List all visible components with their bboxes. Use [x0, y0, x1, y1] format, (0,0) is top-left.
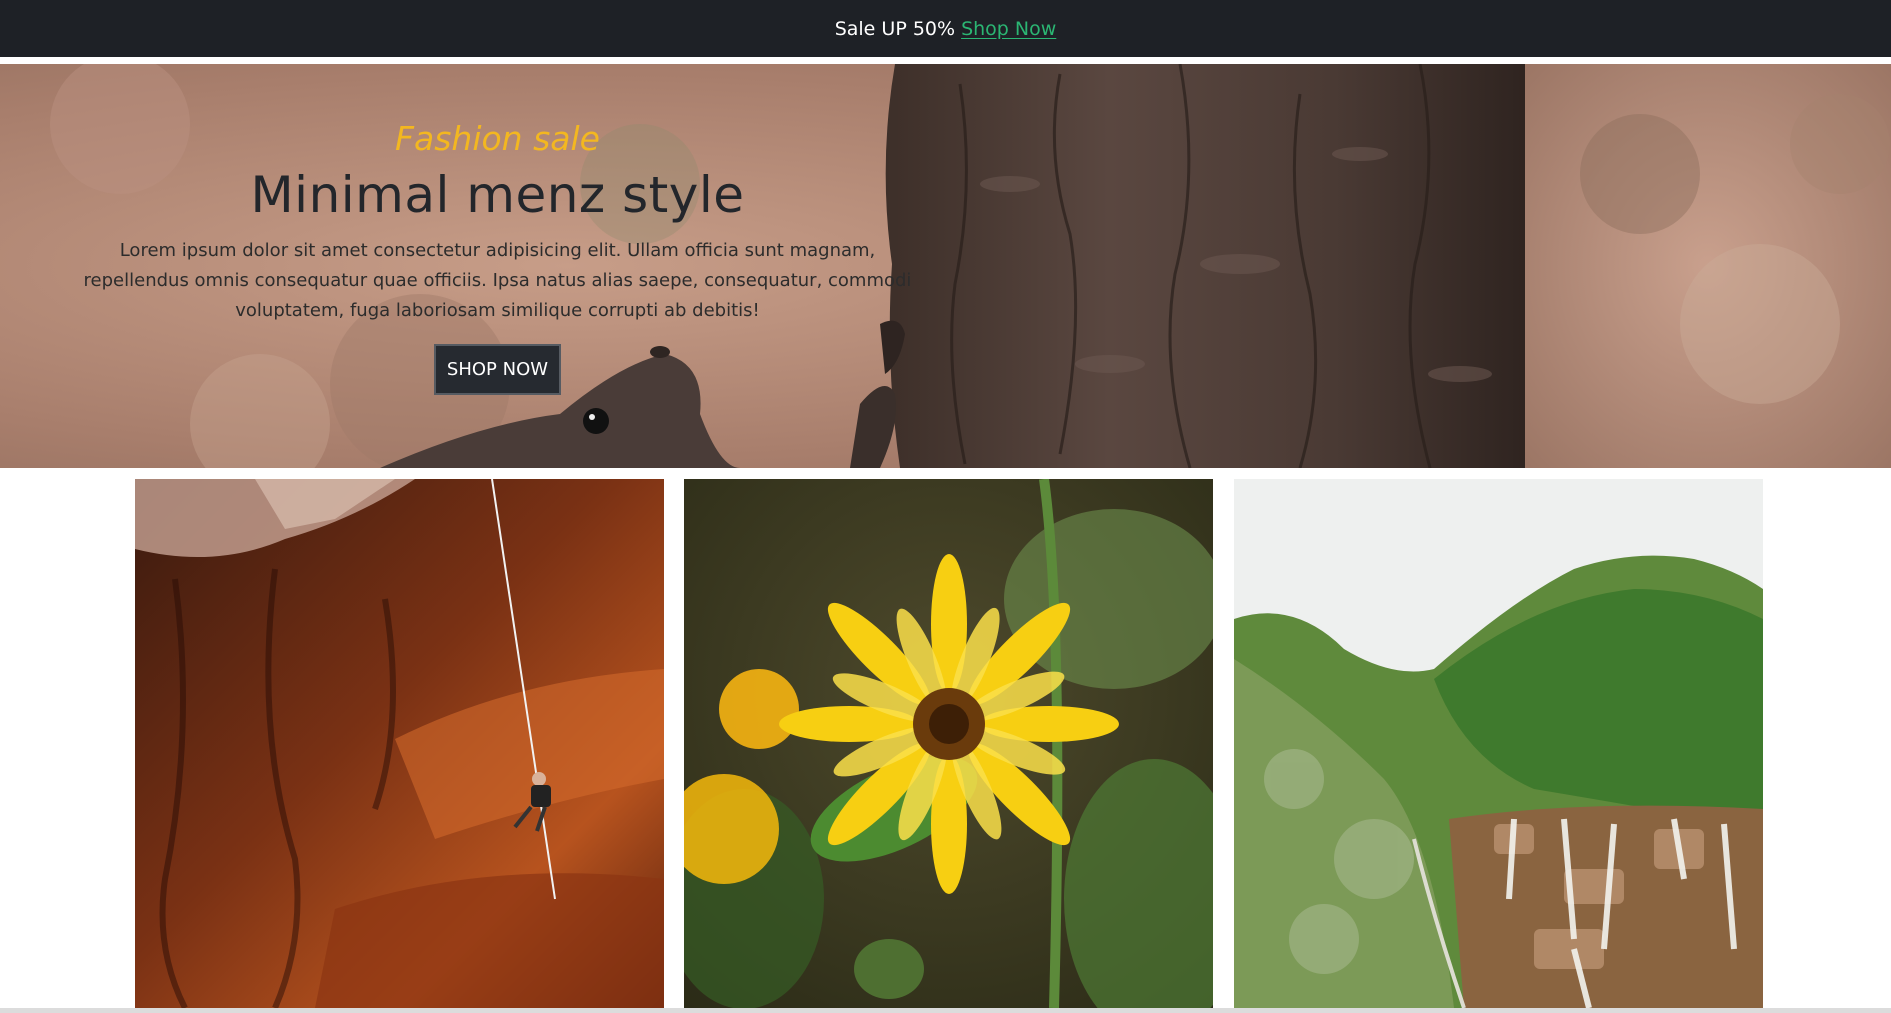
gallery-image-waterfall[interactable] [1234, 479, 1763, 1008]
shop-now-button[interactable]: SHOP NOW [433, 344, 562, 395]
image-gallery [135, 479, 1765, 1008]
hero-banner: Fashion sale Minimal menz style Lorem ip… [0, 64, 1891, 468]
announcement-bar: Sale UP 50% Shop Now [0, 0, 1891, 57]
canyon-climber-image [135, 479, 664, 1008]
announcement-text: Sale UP 50% [834, 17, 956, 40]
gallery-image-canyon[interactable] [135, 479, 664, 1008]
hero-title: Minimal menz style [250, 166, 745, 224]
yellow-flower-image [684, 479, 1213, 1008]
hero-kicker: Fashion sale [395, 119, 600, 158]
hero-content: Fashion sale Minimal menz style Lorem ip… [60, 119, 935, 395]
horizontal-scrollbar[interactable] [0, 1008, 1891, 1013]
hero-description: Lorem ipsum dolor sit amet consectetur a… [83, 240, 912, 321]
shop-now-link[interactable]: Shop Now [961, 18, 1056, 40]
gallery-image-flower[interactable] [684, 479, 1213, 1008]
waterfall-hills-image [1234, 479, 1763, 1008]
